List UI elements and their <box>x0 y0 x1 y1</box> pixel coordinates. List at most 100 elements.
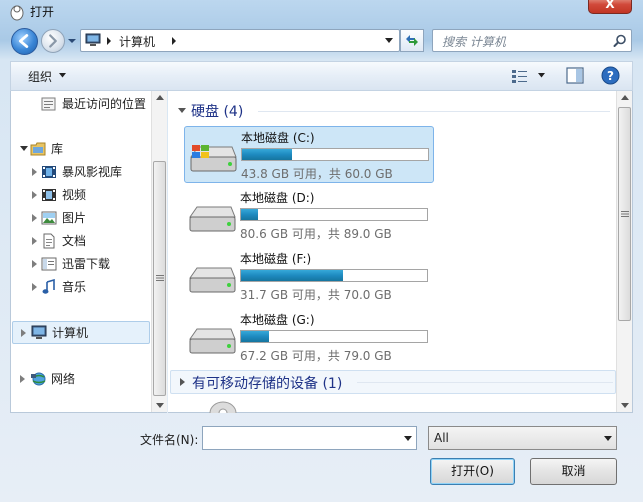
chevron-down-icon[interactable] <box>59 73 66 78</box>
drive-item[interactable]: 本地磁盘 (G:) 67.2 GB 可用，共 79.0 GB <box>184 309 434 366</box>
grip-icon <box>621 211 629 217</box>
drive-free-space: 80.6 GB 可用，共 89.0 GB <box>240 227 392 241</box>
cd-drive-icon[interactable] <box>208 401 238 413</box>
navigation-pane: 最近访问的位置 库 暴风影视库 视频 图片 文档 迅雷下载 音乐 计算机 网络 <box>10 91 167 413</box>
scroll-down-icon[interactable] <box>156 403 164 409</box>
recent-places-icon <box>41 97 56 111</box>
expanded-arrow-icon[interactable] <box>178 108 186 113</box>
drive-usage-fill <box>241 331 269 342</box>
chevron-right-icon[interactable] <box>171 37 177 45</box>
collapsed-arrow-icon[interactable] <box>32 191 37 199</box>
collapsed-arrow-icon[interactable] <box>32 168 37 176</box>
address-segment-computer[interactable]: 计算机 <box>119 33 155 50</box>
forward-button[interactable] <box>41 29 65 53</box>
nav-item-libraries[interactable]: 库 <box>11 139 151 159</box>
drive-item[interactable]: 本地磁盘 (F:) 31.7 GB 可用，共 70.0 GB <box>184 248 434 305</box>
view-options-icon[interactable] <box>511 68 529 84</box>
nav-item-pictures[interactable]: 图片 <box>11 208 151 228</box>
hard-drive-icon <box>189 267 236 293</box>
nav-label: 图片 <box>62 211 87 225</box>
music-icon <box>42 279 55 294</box>
nav-item-computer[interactable]: 计算机 <box>12 321 150 344</box>
open-button[interactable]: 打开(O) <box>430 458 515 485</box>
computer-icon <box>31 325 47 339</box>
search-icon[interactable] <box>613 34 627 48</box>
grip-icon <box>156 275 164 281</box>
nav-label: 计算机 <box>52 326 89 340</box>
content-scroll-thumb[interactable] <box>618 107 631 321</box>
refresh-button[interactable] <box>400 29 424 52</box>
help-icon[interactable]: ? <box>601 66 620 85</box>
content-pane: 硬盘 (4) 本地磁盘 (C:) 43.8 GB 可用，共 60.0 GB 本地… <box>168 91 633 413</box>
drive-usage-bar <box>240 330 428 343</box>
history-dropdown-icon[interactable] <box>68 37 76 45</box>
nav-item-network[interactable]: 网络 <box>11 369 151 389</box>
nav-item-baofeng[interactable]: 暴风影视库 <box>11 162 151 182</box>
windows-drive-icon <box>190 145 237 172</box>
filename-label: 文件名(N): <box>140 433 199 447</box>
drive-usage-fill <box>241 209 258 220</box>
download-folder-icon <box>41 257 57 271</box>
scroll-up-icon[interactable] <box>156 95 164 101</box>
group-hard-disks[interactable]: 硬盘 (4) <box>168 100 613 122</box>
nav-label: 库 <box>51 142 64 156</box>
group-header-label: 硬盘 (4) <box>191 104 244 120</box>
group-removable-storage[interactable]: 有可移动存储的设备 (1) <box>170 370 616 394</box>
drive-item[interactable]: 本地磁盘 (D:) 80.6 GB 可用，共 89.0 GB <box>184 187 434 244</box>
library-icon <box>30 142 46 156</box>
nav-item-videos[interactable]: 视频 <box>11 185 151 205</box>
filename-input[interactable] <box>202 426 417 450</box>
nav-label: 文档 <box>62 234 87 248</box>
expanded-arrow-icon[interactable] <box>20 146 28 151</box>
collapsed-arrow-icon[interactable] <box>32 214 37 222</box>
file-type-select[interactable]: All <box>428 426 617 450</box>
nav-item-recent[interactable]: 最近访问的位置 <box>11 94 151 114</box>
drive-usage-bar <box>240 269 428 282</box>
nav-label: 音乐 <box>62 280 87 294</box>
toolbar: 组织 ? <box>10 61 633 91</box>
nav-scroll-thumb[interactable] <box>153 161 166 396</box>
hard-drive-icon <box>189 328 236 354</box>
chevron-down-icon[interactable] <box>385 38 393 44</box>
nav-item-music[interactable]: 音乐 <box>11 277 151 297</box>
collapsed-arrow-icon[interactable] <box>21 329 26 337</box>
drive-name: 本地磁盘 (G:) <box>240 313 315 327</box>
address-bar[interactable]: 计算机 <box>80 29 400 52</box>
drive-item[interactable]: 本地磁盘 (C:) 43.8 GB 可用，共 60.0 GB <box>184 126 434 183</box>
organize-button[interactable]: 组织 <box>28 68 52 85</box>
group-divider <box>258 111 610 112</box>
chevron-down-icon[interactable] <box>604 436 612 442</box>
collapsed-arrow-icon[interactable] <box>180 378 185 386</box>
back-button[interactable] <box>11 28 38 55</box>
content-scrollbar[interactable] <box>616 91 632 412</box>
preview-pane-icon[interactable] <box>566 67 584 84</box>
nav-item-thunder-downloads[interactable]: 迅雷下载 <box>11 254 151 274</box>
cancel-button[interactable]: 取消 <box>530 458 617 485</box>
drive-free-space: 67.2 GB 可用，共 79.0 GB <box>240 349 392 363</box>
chevron-right-icon[interactable] <box>106 37 112 45</box>
collapsed-arrow-icon[interactable] <box>32 237 37 245</box>
nav-label: 迅雷下载 <box>62 257 111 271</box>
drive-free-space: 31.7 GB 可用，共 70.0 GB <box>240 288 392 302</box>
file-type-value: All <box>434 431 449 445</box>
search-placeholder: 搜索 计算机 <box>442 35 506 49</box>
computer-icon <box>85 33 101 46</box>
refresh-icon <box>406 35 418 46</box>
chevron-down-icon[interactable] <box>538 73 545 78</box>
nav-scrollbar[interactable] <box>151 91 167 412</box>
collapsed-arrow-icon[interactable] <box>32 260 37 268</box>
nav-item-documents[interactable]: 文档 <box>11 231 151 251</box>
drive-free-space: 43.8 GB 可用，共 60.0 GB <box>241 167 393 181</box>
chevron-down-icon[interactable] <box>404 436 412 442</box>
drive-usage-bar <box>240 208 428 221</box>
drive-usage-bar <box>241 148 429 161</box>
close-button[interactable]: X <box>588 0 632 14</box>
search-input[interactable]: 搜索 计算机 <box>432 29 632 52</box>
nav-label: 暴风影视库 <box>62 165 123 179</box>
scroll-up-icon[interactable] <box>621 95 629 101</box>
collapsed-arrow-icon[interactable] <box>32 283 37 291</box>
scroll-down-icon[interactable] <box>621 403 629 409</box>
group-header-label: 有可移动存储的设备 (1) <box>192 376 343 392</box>
collapsed-arrow-icon[interactable] <box>20 375 25 383</box>
app-icon <box>10 5 24 21</box>
